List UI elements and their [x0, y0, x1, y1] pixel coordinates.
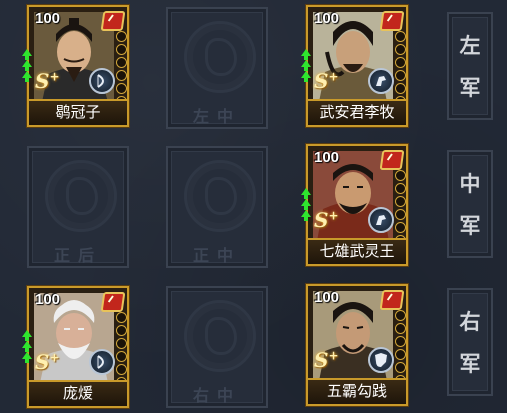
star-pips — [395, 31, 406, 107]
red-badge-icon — [100, 11, 126, 31]
general-card-goujian[interactable]: 100 S+ 五霸勾践 — [306, 284, 408, 406]
shield-icon — [368, 347, 394, 373]
general-name: 五霸勾践 — [308, 378, 406, 404]
slot-position-label: 正中 — [192, 246, 241, 265]
general-level: 100 — [35, 291, 61, 308]
star-pips — [395, 310, 406, 386]
empty-slot-emblem — [184, 160, 256, 232]
star-pips — [395, 170, 406, 246]
empty-slot-emblem — [184, 300, 256, 372]
slot-position-label: 左中 — [192, 107, 241, 126]
grade-badge: S+ — [314, 348, 339, 372]
upgrade-arrows-icon — [22, 49, 32, 82]
general-card-pangnuan[interactable]: 100 S+ 庞煖 — [22, 286, 129, 408]
general-card-heguanzi[interactable]: 100 S+ 鹖冠子 — [22, 5, 129, 127]
upgrade-arrows-icon — [301, 188, 311, 221]
cavalry-icon — [368, 207, 394, 233]
general-name: 七雄武灵王 — [308, 238, 406, 264]
slot-right-middle[interactable]: 右中 — [166, 286, 268, 408]
general-name: 武安君李牧 — [308, 99, 406, 125]
grade-badge: S+ — [35, 69, 60, 93]
slot-position-label: 右中 — [192, 386, 241, 405]
army-label-center[interactable]: 中 军 — [447, 150, 493, 258]
red-badge-icon — [100, 292, 126, 312]
star-pips — [116, 312, 127, 388]
grade-badge: S+ — [314, 69, 339, 93]
general-level: 100 — [314, 10, 340, 27]
upgrade-arrows-icon — [22, 330, 32, 363]
general-name: 鹖冠子 — [29, 99, 127, 125]
bow-icon — [89, 349, 115, 375]
army-label-left[interactable]: 左 军 — [447, 12, 493, 120]
red-badge-icon — [379, 290, 405, 310]
grade-badge: S+ — [314, 208, 339, 232]
general-card-wulingwang[interactable]: 100 S+ 七雄武灵王 — [301, 144, 408, 266]
grade-badge: S+ — [35, 350, 60, 374]
cavalry-icon — [368, 68, 394, 94]
star-pips — [116, 31, 127, 107]
slot-rear-center[interactable]: 正后 — [27, 146, 129, 268]
slot-position-label: 正后 — [53, 246, 102, 265]
empty-slot-emblem — [184, 21, 256, 93]
general-level: 100 — [314, 149, 340, 166]
slot-left-middle[interactable]: 左中 — [166, 7, 268, 129]
general-level: 100 — [314, 289, 340, 306]
general-name: 庞煖 — [29, 380, 127, 406]
bow-icon — [89, 68, 115, 94]
red-badge-icon — [379, 150, 405, 170]
general-level: 100 — [35, 10, 61, 27]
red-badge-icon — [379, 11, 405, 31]
upgrade-arrows-icon — [301, 49, 311, 82]
slot-center[interactable]: 正中 — [166, 146, 268, 268]
empty-slot-emblem — [45, 160, 117, 232]
general-card-limu[interactable]: 100 S+ 武安君李牧 — [301, 5, 408, 127]
army-label-right[interactable]: 右 军 — [447, 288, 493, 396]
